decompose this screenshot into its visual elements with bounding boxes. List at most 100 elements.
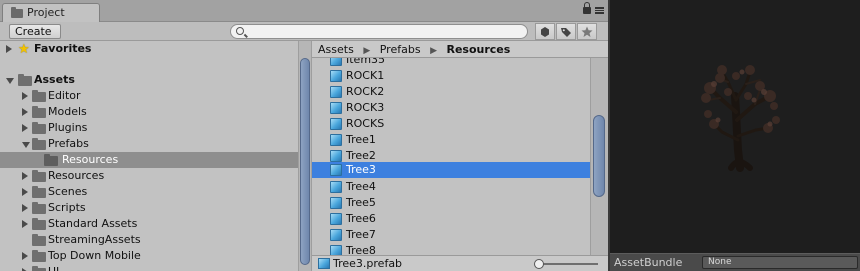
prefab-icon bbox=[330, 164, 342, 176]
list-item[interactable]: Tree6 bbox=[312, 211, 590, 227]
tree-item-resources[interactable]: Resources bbox=[0, 168, 298, 184]
list-item[interactable]: Item35 bbox=[312, 58, 590, 68]
list-item[interactable]: Tree5 bbox=[312, 195, 590, 211]
menu-icon[interactable] bbox=[595, 7, 604, 14]
expand-arrow-icon[interactable] bbox=[22, 252, 28, 260]
prefab-icon bbox=[330, 134, 342, 146]
search-input[interactable] bbox=[230, 24, 528, 39]
tree-item-label: Plugins bbox=[48, 121, 88, 134]
filter-by-type-button[interactable] bbox=[535, 23, 555, 40]
folder-icon bbox=[32, 106, 46, 118]
expand-arrow-icon[interactable] bbox=[22, 220, 28, 228]
expand-arrow-icon[interactable] bbox=[6, 45, 12, 53]
filter-type-icon bbox=[541, 27, 549, 37]
folder-tree: ★ Favorites Assets Editor Models Plugins… bbox=[0, 41, 298, 271]
asset-list-scrollbar[interactable] bbox=[590, 58, 608, 255]
assetbundle-dropdown[interactable]: None bbox=[702, 256, 858, 269]
assetbundle-label: AssetBundle bbox=[614, 256, 683, 269]
prefab-icon bbox=[330, 197, 342, 209]
tree-item-scenes[interactable]: Scenes bbox=[0, 184, 298, 200]
tree-item-prefabs[interactable]: Prefabs bbox=[0, 136, 298, 152]
favorites-star-button[interactable] bbox=[577, 23, 597, 40]
icon-size-slider[interactable] bbox=[534, 259, 600, 269]
tree-item-scripts[interactable]: Scripts bbox=[0, 200, 298, 216]
breadcrumb-assets[interactable]: Assets bbox=[318, 43, 354, 56]
file-name: Tree1 bbox=[346, 133, 376, 146]
lock-icon[interactable] bbox=[583, 2, 591, 14]
file-name: ROCK1 bbox=[346, 69, 385, 82]
tree-item-models[interactable]: Models bbox=[0, 104, 298, 120]
tree-item-label: Editor bbox=[48, 89, 81, 102]
tree-item-label: Resources bbox=[48, 169, 105, 182]
expand-arrow-icon[interactable] bbox=[22, 172, 28, 180]
tab-project[interactable]: Project bbox=[2, 3, 100, 22]
expand-arrow-icon[interactable] bbox=[22, 188, 28, 196]
prefab-icon bbox=[330, 58, 342, 66]
tree-item-prefabs-resources[interactable]: Resources bbox=[0, 152, 298, 168]
list-item[interactable]: ROCKS bbox=[312, 116, 590, 132]
create-label: Create bbox=[15, 25, 52, 38]
assets-label: Assets bbox=[34, 73, 75, 86]
tree-item-label: Scripts bbox=[48, 201, 86, 214]
collapse-arrow-icon[interactable] bbox=[22, 142, 30, 148]
expand-arrow-icon[interactable] bbox=[22, 204, 28, 212]
file-name: ROCK3 bbox=[346, 101, 385, 114]
folder-icon bbox=[32, 186, 46, 198]
create-button[interactable]: Create ▾ bbox=[9, 24, 61, 50]
tab-bar: Project bbox=[0, 0, 608, 22]
expand-arrow-icon[interactable] bbox=[22, 108, 28, 116]
folder-icon bbox=[32, 250, 46, 262]
folder-icon bbox=[32, 138, 46, 150]
folder-icon bbox=[32, 234, 46, 246]
file-name: ROCKS bbox=[346, 117, 385, 130]
tree-item-standard-assets[interactable]: Standard Assets bbox=[0, 216, 298, 232]
scrollbar-thumb[interactable] bbox=[300, 58, 310, 265]
breadcrumb-prefabs[interactable]: Prefabs bbox=[380, 43, 421, 56]
asset-list: Item35 ROCK1 ROCK2 ROCK3 ROCKS Tree1 Tre… bbox=[312, 58, 590, 255]
expand-arrow-icon[interactable] bbox=[22, 124, 28, 132]
tree-item-editor[interactable]: Editor bbox=[0, 88, 298, 104]
slider-track[interactable] bbox=[538, 263, 598, 265]
folder-tree-scrollbar[interactable] bbox=[298, 41, 312, 271]
slider-knob[interactable] bbox=[534, 259, 544, 269]
folder-icon bbox=[32, 202, 46, 214]
scrollbar-thumb[interactable] bbox=[593, 115, 605, 197]
assetbundle-bar: AssetBundle None bbox=[610, 253, 860, 271]
folder-icon bbox=[32, 90, 46, 102]
collapse-arrow-icon[interactable] bbox=[6, 78, 14, 84]
file-name: Tree5 bbox=[346, 196, 376, 209]
list-item[interactable]: ROCK2 bbox=[312, 84, 590, 100]
asset-preview-panel: AssetBundle None bbox=[610, 0, 860, 271]
tree-item-ui[interactable]: UI bbox=[0, 264, 298, 271]
tree-item-label: Prefabs bbox=[48, 137, 89, 150]
list-item-selected[interactable]: Tree3 bbox=[312, 162, 590, 178]
tree-item-assets[interactable]: Assets bbox=[0, 72, 298, 88]
filter-by-label-button[interactable] bbox=[556, 23, 576, 40]
tree-item-label: Standard Assets bbox=[48, 217, 138, 230]
tree-item-plugins[interactable]: Plugins bbox=[0, 120, 298, 136]
tree-item-streamingassets[interactable]: StreamingAssets bbox=[0, 232, 298, 248]
list-item[interactable]: ROCK1 bbox=[312, 68, 590, 84]
breadcrumb: Assets ▶ Prefabs ▶ Resources bbox=[312, 41, 608, 58]
file-name: ROCK2 bbox=[346, 85, 385, 98]
folder-icon bbox=[32, 218, 46, 230]
project-window: Project Create ▾ bbox=[0, 0, 608, 271]
list-item[interactable]: Tree7 bbox=[312, 227, 590, 243]
file-name: Item35 bbox=[346, 58, 386, 66]
label-tag-icon bbox=[561, 28, 571, 37]
list-item[interactable]: Tree4 bbox=[312, 179, 590, 195]
tree-item-label: Resources bbox=[62, 153, 119, 166]
folder-icon bbox=[44, 154, 58, 166]
tree-preview-image[interactable] bbox=[610, 0, 860, 252]
file-name: Tree6 bbox=[346, 212, 376, 225]
breadcrumb-resources[interactable]: Resources bbox=[446, 43, 510, 56]
tree-item-top-down-mobile[interactable]: Top Down Mobile bbox=[0, 248, 298, 264]
expand-arrow-icon[interactable] bbox=[22, 92, 28, 100]
list-item[interactable]: Tree8 bbox=[312, 243, 590, 255]
list-item[interactable]: ROCK3 bbox=[312, 100, 590, 116]
star-icon bbox=[581, 26, 593, 37]
breadcrumb-separator-icon: ▶ bbox=[430, 46, 437, 56]
list-item[interactable]: Tree1 bbox=[312, 132, 590, 148]
tab-title: Project bbox=[27, 6, 65, 19]
tree-item-favorites[interactable]: ★ Favorites bbox=[0, 41, 298, 57]
